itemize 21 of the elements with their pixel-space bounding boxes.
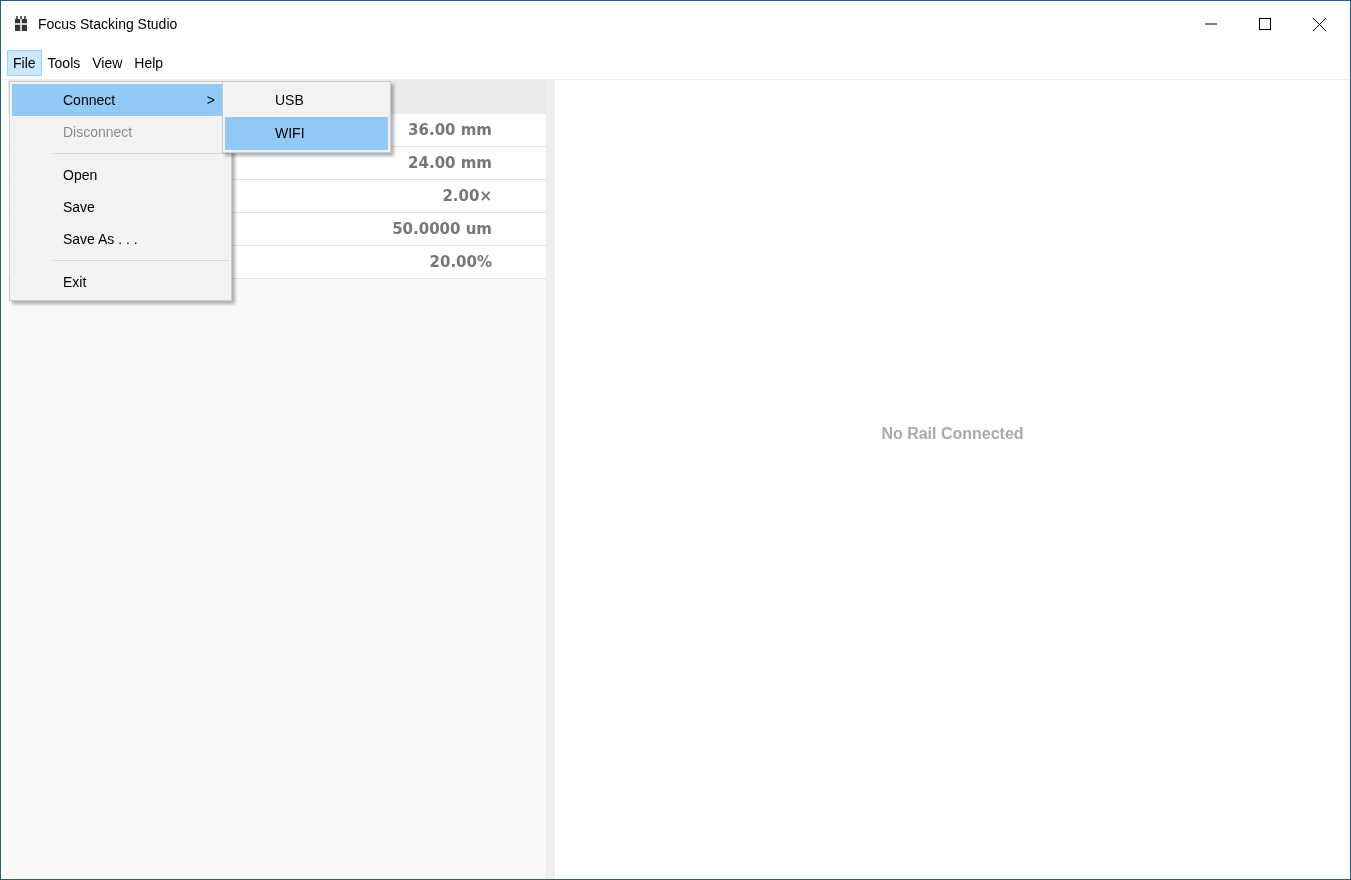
menu-item[interactable]: WIFI [225,117,388,150]
app-icon [14,16,28,32]
splitter[interactable] [546,80,555,879]
table-cell-text: 50.0000 um [392,218,492,240]
menu-item[interactable]: Exit [12,266,229,298]
close-icon [1312,17,1326,31]
submenu-arrow-icon: > [206,89,215,111]
table-cell-text: 36.00 mm [408,119,492,141]
table-cell-text: 24.00 mm [408,152,492,174]
table-cell-text: 20.00% [429,251,492,273]
menu-bar-item[interactable]: View [86,50,129,76]
menu-item[interactable]: Save As . . . [12,223,229,255]
status-message: No Rail Connected [881,423,1024,444]
menu-bar-item[interactable]: File [7,50,42,76]
window-title: Focus Stacking Studio [38,14,178,34]
maximize-icon [1259,18,1271,30]
menu-bar-item[interactable]: Help [128,50,170,76]
menu-item[interactable]: Open [12,159,229,191]
menu-bar-item[interactable]: Tools [41,50,87,76]
menu-item[interactable]: Save [12,191,229,223]
table-cell-text: 2.00× [442,185,492,207]
